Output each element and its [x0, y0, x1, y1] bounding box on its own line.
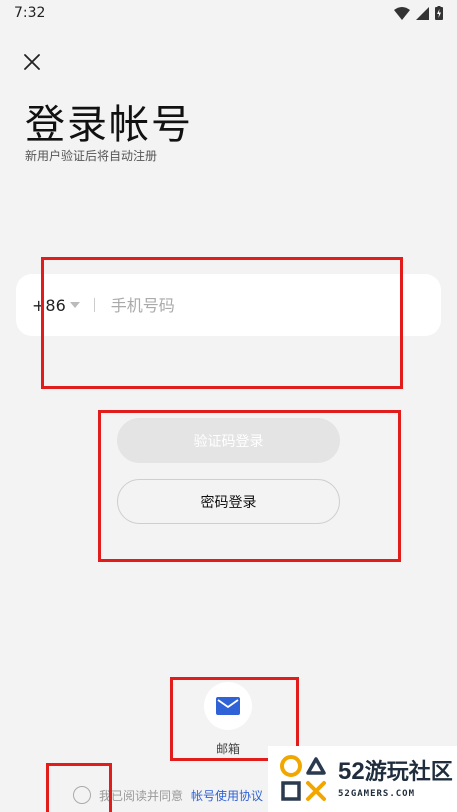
status-time: 7:32 — [14, 5, 46, 21]
password-login-button[interactable]: 密码登录 — [117, 479, 340, 524]
watermark-brand-text: 游玩社区 — [364, 759, 453, 785]
page-title: 登录帐号 — [25, 102, 193, 148]
code-login-button[interactable]: 验证码登录 — [117, 418, 340, 463]
battery-icon — [435, 6, 443, 20]
signal-icon — [416, 6, 429, 20]
mail-icon — [216, 697, 240, 715]
agreement-row: 我已阅读并同意 帐号使用协议 — [73, 786, 263, 804]
wifi-icon — [394, 6, 410, 20]
watermark-domain: 52GAMERS.COM — [338, 788, 416, 799]
close-icon — [24, 54, 40, 70]
watermark-logo-icon — [278, 753, 330, 805]
status-icons — [394, 6, 443, 20]
caret-down-icon — [69, 302, 80, 308]
country-code-value: +86 — [32, 295, 66, 315]
phone-number-input[interactable] — [110, 295, 391, 315]
page-subtitle: 新用户验证后将自动注册 — [25, 149, 158, 163]
watermark-brand-num: 52 — [338, 757, 365, 785]
watermark: 52游玩社区 52GAMERS.COM — [268, 746, 457, 812]
divider — [93, 298, 95, 312]
email-login-label: 邮箱 — [215, 742, 240, 756]
agreement-text: 我已阅读并同意 — [99, 788, 184, 803]
watermark-text: 52游玩社区 52GAMERS.COM — [338, 757, 453, 799]
agreement-checkbox[interactable] — [73, 786, 91, 804]
close-button[interactable] — [20, 50, 44, 74]
country-code-selector[interactable]: +86 — [32, 296, 80, 315]
agreement-link[interactable]: 帐号使用协议 — [191, 787, 263, 804]
email-login-button[interactable] — [204, 682, 252, 730]
status-bar: 7:32 — [0, 0, 457, 26]
phone-input-card: +86 — [16, 274, 441, 336]
